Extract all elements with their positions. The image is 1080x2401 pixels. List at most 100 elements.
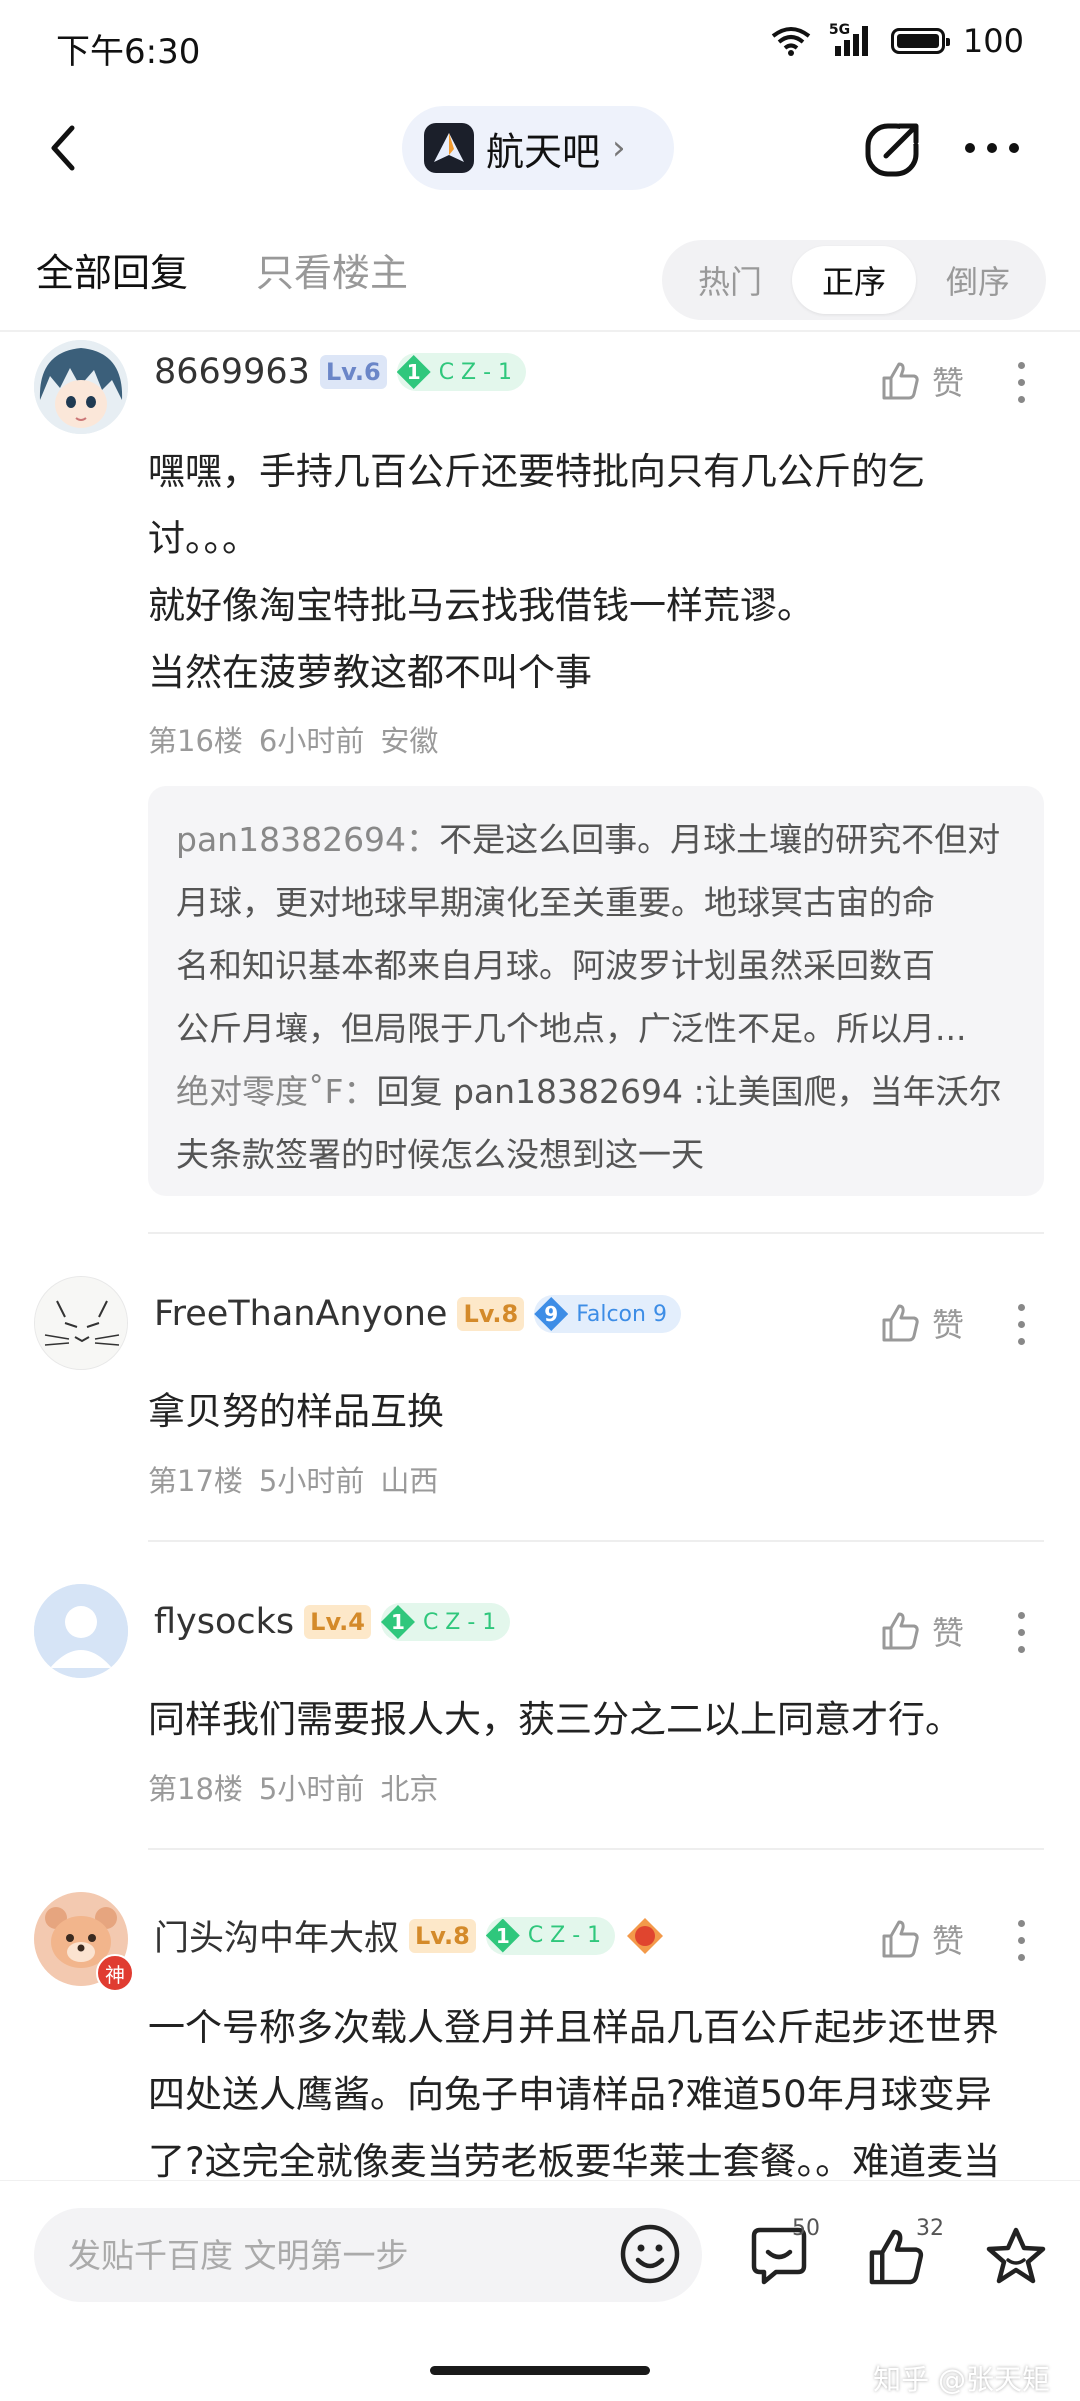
like-button[interactable]: 赞 (880, 1608, 964, 1654)
title-text: C Z - 1 (422, 1609, 497, 1635)
content-line: 嘿嘿，手持几百公斤还要特批向只有几公斤的乞 (148, 450, 925, 493)
sort-desc-option[interactable]: 倒序 (920, 240, 1036, 320)
sub-reply-text: 不是这么回事。月球土壤的研究不但对 (439, 820, 1001, 859)
thumb-up-icon (882, 1304, 919, 1342)
like-label: 赞 (932, 364, 965, 402)
sub-replies-box[interactable]: pan18382694：不是这么回事。月球土壤的研究不但对 月球，更对地球早期演… (148, 786, 1044, 1196)
medal-icon (627, 1917, 664, 1954)
thumb-up-icon (882, 362, 919, 400)
tab-owner-only[interactable]: 只看楼主 (256, 242, 408, 297)
like-label: 赞 (932, 1306, 965, 1344)
post-menu-icon[interactable] (1016, 1612, 1026, 1653)
thumb-up-icon (882, 1612, 919, 1650)
forum-pill[interactable]: 航天吧 › (402, 106, 674, 190)
username[interactable]: 门头沟中年大叔 (154, 1910, 399, 1961)
gem-icon: 1 (485, 1918, 520, 1953)
post-location: 山西 (380, 1464, 439, 1498)
floor-number: 第17楼 (148, 1464, 243, 1498)
title-badge: 1 C Z - 1 (485, 1916, 616, 1955)
post-time: 5小时前 (258, 1772, 365, 1806)
post-menu-icon[interactable] (1016, 1920, 1026, 1961)
divider (0, 330, 1080, 332)
post-header: 门头沟中年大叔 Lv.8 1 C Z - 1 (154, 1910, 665, 1961)
level-badge: Lv.8 (457, 1297, 525, 1331)
content-line: 拿贝努的样品互换 (148, 1390, 444, 1433)
forum-logo-icon (424, 123, 474, 173)
avatar[interactable] (34, 1276, 128, 1370)
avatar-badge: 神 (96, 1954, 134, 1992)
title-badge: 1 C Z - 1 (396, 353, 527, 391)
like-button[interactable]: 赞 (880, 1916, 964, 1962)
home-indicator[interactable] (430, 2366, 650, 2375)
gem-icon: 9 (534, 1297, 569, 1331)
like-button[interactable]: 赞 (880, 1300, 964, 1346)
thumb-up-icon (882, 1920, 919, 1958)
content-line: 一个号称多次载人登月并且样品几百公斤起步还世界 (148, 2006, 999, 2049)
sort-selector: 热门 正序 倒序 (662, 240, 1046, 320)
post-content: 同样我们需要报人大，获三分之二以上同意才行。 (148, 1686, 1048, 1753)
status-icons: 5G 100 (771, 22, 1024, 60)
emoji-button[interactable] (618, 2222, 682, 2290)
reply-input-container[interactable] (34, 2208, 702, 2302)
floor-number: 第16楼 (148, 724, 243, 758)
post-header: 8669963 Lv.6 1 C Z - 1 (154, 352, 527, 392)
post-content: 拿贝努的样品互换 (148, 1378, 1048, 1445)
favorite-button[interactable] (984, 2224, 1048, 2292)
signal-icon: 5G (829, 22, 873, 56)
reply-input[interactable] (66, 2234, 590, 2276)
username[interactable]: flysocks (154, 1602, 294, 1642)
content-line: 讨。。。 (148, 517, 259, 560)
comment-count: 50 (792, 2216, 820, 2241)
chevron-left-icon (51, 125, 75, 171)
battery-icon (890, 28, 950, 54)
post-content: 嘿嘿，手持几百公斤还要特批向只有几公斤的乞 讨。。。 就好像淘宝特批马云找我借钱… (148, 438, 1048, 706)
level-badge: Lv.8 (409, 1918, 476, 1953)
gem-icon: 1 (396, 355, 431, 389)
avatar[interactable]: 神 (34, 1892, 134, 1992)
floor-number: 第18楼 (148, 1772, 243, 1806)
tab-all-replies[interactable]: 全部回复 (36, 242, 188, 297)
post-meta: 第17楼 5小时前 山西 (148, 1458, 454, 1500)
post-header: FreeThanAnyone Lv.8 9 Falcon 9 (154, 1294, 681, 1334)
like-button[interactable]: 赞 (880, 358, 964, 404)
avatar[interactable] (34, 340, 128, 434)
post-content: 一个号称多次载人登月并且样品几百公斤起步还世界 四处送人鹰酱。向兔子申请样品?难… (148, 1994, 1048, 2195)
gem-icon: 1 (380, 1605, 415, 1639)
sub-reply-user[interactable]: 绝对零度˚F： (176, 1072, 376, 1111)
back-button[interactable] (36, 118, 96, 178)
wifi-icon (771, 27, 811, 56)
sub-reply-line: 月球，更对地球早期演化至关重要。地球冥古宙的命 (176, 883, 935, 922)
content-line: 当然在菠萝教这都不叫个事 (148, 651, 592, 694)
post-location: 安徽 (380, 724, 439, 758)
sub-reply-text: 回复 pan18382694 :让美国爬，当年沃尔 (376, 1072, 1002, 1111)
sub-reply-user[interactable]: pan18382694： (176, 820, 439, 859)
like-count: 32 (916, 2216, 944, 2241)
post-meta: 第16楼 6小时前 安徽 (148, 718, 454, 760)
share-button[interactable] (862, 116, 928, 182)
forum-name: 航天吧 (486, 129, 601, 174)
title-badge: 9 Falcon 9 (534, 1295, 681, 1333)
more-options-button[interactable] (960, 128, 1024, 168)
divider (148, 1232, 1044, 1234)
status-time: 下午6:30 (56, 32, 201, 72)
sort-hot-option[interactable]: 热门 (672, 240, 788, 320)
emoji-icon (620, 2224, 680, 2284)
title-text: C Z - 1 (527, 1923, 602, 1948)
username[interactable]: FreeThanAnyone (154, 1294, 447, 1334)
post-menu-icon[interactable] (1016, 1304, 1026, 1345)
divider (148, 1848, 1044, 1850)
battery-level: 100 (962, 22, 1024, 60)
post-location: 北京 (380, 1772, 439, 1806)
username[interactable]: 8669963 (154, 352, 310, 392)
post-menu-icon[interactable] (1016, 362, 1026, 403)
star-icon (986, 2227, 1046, 2284)
content-line: 四处送人鹰酱。向兔子申请样品?难道50年月球变异 (148, 2073, 992, 2116)
sub-reply: pan18382694：不是这么回事。月球土壤的研究不但对 (176, 808, 1016, 871)
chevron-right-icon: › (612, 128, 626, 168)
sort-asc-option[interactable]: 正序 (792, 246, 916, 314)
comment-button[interactable]: 50 (746, 2216, 826, 2290)
more-icon (965, 143, 1019, 153)
like-post-button[interactable]: 32 (866, 2216, 946, 2290)
title-badge: 1 C Z - 1 (380, 1603, 511, 1641)
avatar[interactable] (34, 1584, 128, 1678)
